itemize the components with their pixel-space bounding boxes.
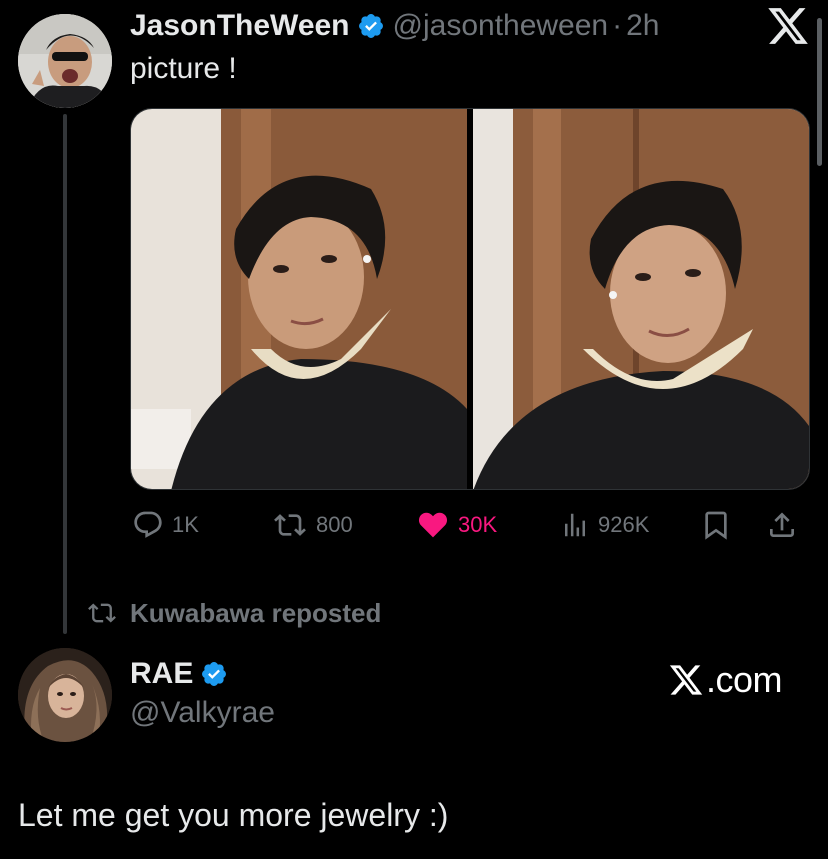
media-grid[interactable] [130,108,810,490]
repost-banner[interactable]: Kuwabawa reposted [86,595,381,631]
repost-banner-text: Kuwabawa reposted [130,597,382,628]
like-button[interactable]: 30K [416,505,497,545]
post-header: JasonTheWeen @jasontheween · 2h [130,6,660,46]
rae-header: RAE [130,654,236,694]
reply-text: Let me get you more jewelry :) [18,797,449,833]
reply-icon [134,511,162,538]
repost-icon [88,603,116,623]
photo-2[interactable] [473,109,809,489]
reply-button[interactable]: 1K [132,505,199,545]
repost-icon [274,514,306,536]
photo-icon [473,109,809,489]
heart-filled-icon [418,512,448,538]
views-count: 926K [598,512,650,537]
bookmark-icon [705,511,727,540]
x-logo-icon[interactable] [766,4,810,48]
xcom-watermark: .com [668,658,783,702]
share-icon [770,512,794,537]
x-logo-icon [669,665,703,695]
share-button[interactable] [766,505,798,545]
rae-avatar[interactable] [18,648,112,742]
verified-badge-icon [358,14,383,38]
avatar-image-icon [18,648,112,742]
repost-button[interactable]: 800 [272,505,353,545]
verified-badge-icon [202,662,227,686]
meta-separator: · [612,9,623,42]
author-handle[interactable]: @jasontheween [393,9,609,43]
like-count: 30K [458,512,498,537]
rae-handle[interactable]: @Valkyrae [130,696,275,730]
reply-count: 1K [172,512,199,537]
rae-name[interactable]: RAE [130,657,193,691]
views-chart-icon [565,513,585,537]
thread-line [63,114,67,634]
photo-icon [131,109,467,489]
repost-count: 800 [316,512,353,537]
post-time[interactable]: 2h [626,9,659,43]
author-avatar[interactable] [18,14,112,108]
post-actions: 1K 800 30K 926K [130,505,810,545]
photo-1[interactable] [131,109,467,489]
bookmark-button[interactable] [700,505,732,545]
views-button[interactable]: 926K [560,505,649,545]
scrollbar[interactable] [817,18,822,166]
author-name[interactable]: JasonTheWeen [130,9,350,43]
post-text: picture ! [130,52,237,85]
watermark-text: .com [706,659,783,700]
avatar-image-icon [18,14,112,108]
